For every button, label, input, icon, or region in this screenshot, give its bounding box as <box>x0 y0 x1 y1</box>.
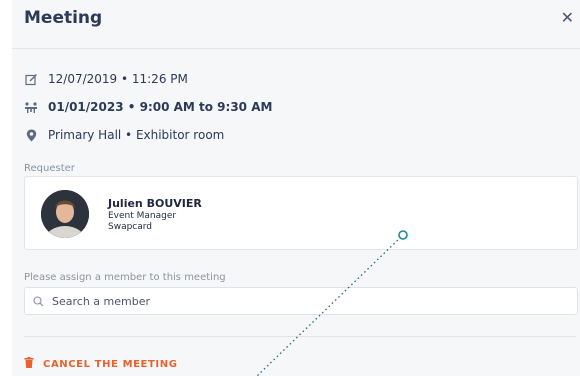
created-date-row: 12/07/2019 • 11:26 PM <box>24 72 188 86</box>
divider <box>24 336 576 337</box>
meeting-table-icon <box>24 100 38 114</box>
requester-role: Event Manager <box>108 211 177 221</box>
cancel-meeting-button[interactable]: CANCEL THE MEETING <box>24 357 178 371</box>
page-title: Meeting <box>24 8 103 28</box>
edit-calendar-icon <box>24 72 38 86</box>
created-date-text: 12/07/2019 • 11:26 PM <box>48 72 188 86</box>
search-input[interactable] <box>50 293 554 309</box>
page: Meeting ✕ 12/07/2019 • 11:26 PM 01/01/20… <box>0 0 580 376</box>
location-row: Primary Hall • Exhibitor room <box>24 128 224 142</box>
schedule-text: 01/01/2023 • 9:00 AM to 9:30 AM <box>48 100 273 114</box>
requester-label: Requester <box>24 163 75 174</box>
close-icon: ✕ <box>560 8 574 27</box>
member-search-box[interactable] <box>24 287 578 315</box>
cancel-meeting-label: CANCEL THE MEETING <box>43 358 178 370</box>
assign-label: Please assign a member to this meeting <box>24 272 226 283</box>
avatar <box>41 190 89 238</box>
requester-company: Swapcard <box>108 222 153 232</box>
trash-icon <box>24 357 34 371</box>
requester-name: Julien BOUVIER <box>108 197 202 210</box>
location-pin-icon <box>24 128 38 142</box>
location-text: Primary Hall • Exhibitor room <box>48 128 225 142</box>
search-icon <box>33 295 44 307</box>
panel-header: Meeting ✕ <box>12 0 580 49</box>
requester-card[interactable]: Julien BOUVIER Event Manager Swapcard <box>24 176 578 250</box>
schedule-row: 01/01/2023 • 9:00 AM to 9:30 AM <box>24 100 272 114</box>
close-button[interactable]: ✕ <box>561 8 574 27</box>
